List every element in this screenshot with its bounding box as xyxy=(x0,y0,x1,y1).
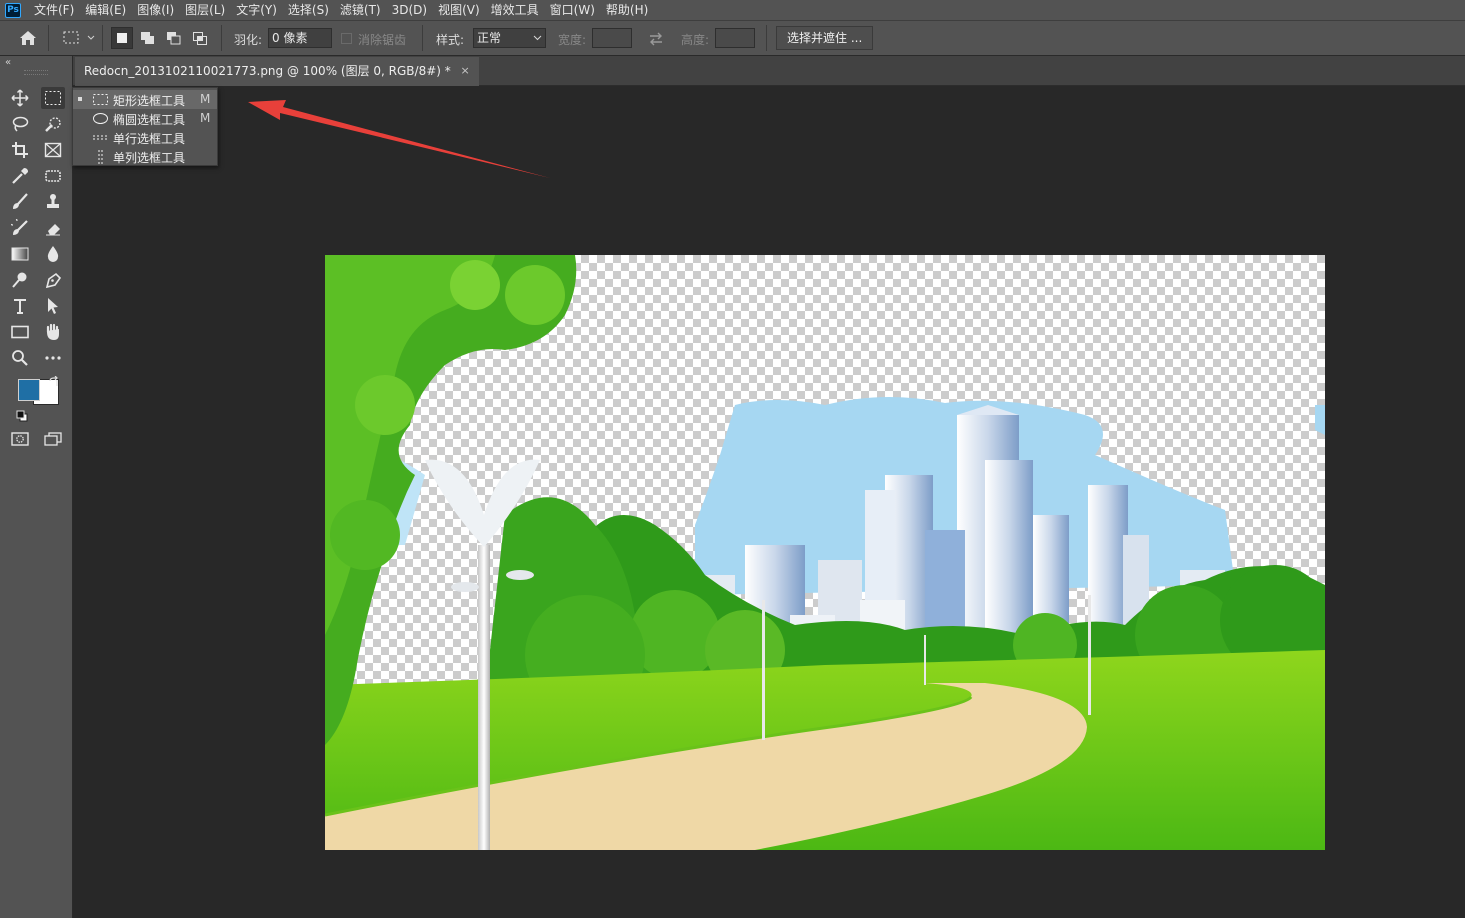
panel-grip[interactable] xyxy=(24,70,48,75)
menu-bar: Ps 文件(F) 编辑(E) 图像(I) 图层(L) 文字(Y) 选择(S) 滤… xyxy=(0,0,1465,20)
flyout-item-label: 单列选框工具 xyxy=(113,151,186,165)
intersect-selection-button[interactable] xyxy=(189,27,211,49)
select-and-mask-button[interactable]: 选择并遮住 ... xyxy=(776,26,874,50)
style-select[interactable]: 正常 xyxy=(473,28,546,48)
flyout-item-label: 椭圆选框工具 xyxy=(113,113,186,127)
menu-select[interactable]: 选择(S) xyxy=(283,0,335,20)
history-brush-tool-icon[interactable] xyxy=(8,217,32,239)
options-bar: 羽化: 0 像素 消除锯齿 样式: 正常 宽度: 高度: 选择并遮住 ... xyxy=(0,20,1465,56)
feather-input[interactable]: 0 像素 xyxy=(268,28,332,48)
tool-preset-picker[interactable] xyxy=(58,27,98,49)
menu-window[interactable]: 窗口(W) xyxy=(545,0,601,20)
home-icon[interactable] xyxy=(16,27,40,49)
menu-layer[interactable]: 图层(L) xyxy=(180,0,231,20)
frame-tool-icon[interactable] xyxy=(41,139,65,161)
brush-tool-icon[interactable] xyxy=(8,191,32,213)
document-tab-title: Redocn_2013102110021773.png @ 100% (图层 0… xyxy=(84,64,451,78)
clone-stamp-tool-icon[interactable] xyxy=(41,191,65,213)
dodge-tool-icon[interactable] xyxy=(8,269,32,291)
flyout-item-shortcut: M xyxy=(200,92,211,106)
feather-label: 羽化: xyxy=(234,33,263,47)
hand-tool-icon[interactable] xyxy=(41,321,65,343)
menu-edit[interactable]: 编辑(E) xyxy=(80,0,132,20)
height-label: 高度: xyxy=(681,33,710,47)
rect-marquee-icon xyxy=(93,94,108,105)
menu-image[interactable]: 图像(I) xyxy=(132,0,180,20)
flyout-item-label: 矩形选框工具 xyxy=(113,94,186,108)
style-select-value: 正常 xyxy=(477,31,502,45)
active-tool-indicator xyxy=(78,97,82,101)
eraser-tool-icon[interactable] xyxy=(41,217,65,239)
quick-selection-tool-icon[interactable] xyxy=(41,113,65,135)
swap-colors-icon[interactable] xyxy=(48,375,60,391)
blur-tool-icon[interactable] xyxy=(41,243,65,265)
flyout-item-single-row-marquee[interactable]: 单行选框工具 xyxy=(73,128,217,147)
foreground-color-swatch[interactable] xyxy=(18,379,40,401)
lasso-tool-icon[interactable] xyxy=(8,113,32,135)
height-input[interactable] xyxy=(715,28,755,48)
flyout-item-rect-marquee[interactable]: 矩形选框工具 M xyxy=(73,90,217,109)
width-label: 宽度: xyxy=(558,33,587,47)
default-colors-icon[interactable] xyxy=(16,410,28,425)
quick-mask-icon[interactable] xyxy=(8,428,32,450)
chevron-down-icon xyxy=(533,35,542,41)
annotation-arrow xyxy=(248,100,550,178)
document-tab[interactable]: Redocn_2013102110021773.png @ 100% (图层 0… xyxy=(75,57,479,86)
photoshop-logo: Ps xyxy=(5,2,21,18)
document-tab-bar: Redocn_2013102110021773.png @ 100% (图层 0… xyxy=(73,56,1465,86)
menu-file[interactable]: 文件(F) xyxy=(29,0,80,20)
flyout-item-label: 单行选框工具 xyxy=(113,132,186,146)
menu-view[interactable]: 视图(V) xyxy=(433,0,486,20)
crop-tool-icon[interactable] xyxy=(8,139,32,161)
style-label: 样式: xyxy=(436,33,465,47)
width-input[interactable] xyxy=(592,28,632,48)
collapse-panel-icon[interactable]: « xyxy=(5,57,11,68)
zoom-tool-icon[interactable] xyxy=(8,347,32,369)
rect-marquee-tool-icon[interactable] xyxy=(41,87,65,109)
menu-filter[interactable]: 滤镜(T) xyxy=(335,0,387,20)
menu-help[interactable]: 帮助(H) xyxy=(601,0,654,20)
antialias-label: 消除锯齿 xyxy=(358,33,407,47)
swap-width-height-icon[interactable] xyxy=(644,28,668,50)
flyout-item-single-column-marquee[interactable]: 单列选框工具 xyxy=(73,147,217,166)
single-column-marquee-icon xyxy=(98,150,103,165)
document-canvas[interactable] xyxy=(325,255,1325,850)
screen-mode-icon[interactable] xyxy=(41,428,65,450)
type-tool-icon[interactable] xyxy=(8,295,32,317)
spot-healing-brush-icon[interactable] xyxy=(41,165,65,187)
gradient-tool-icon[interactable] xyxy=(8,243,32,265)
menu-3d[interactable]: 3D(D) xyxy=(387,0,433,20)
tools-panel: « xyxy=(0,56,73,918)
menu-plugins[interactable]: 增效工具 xyxy=(486,0,545,20)
marquee-tools-flyout: 矩形选框工具 M 椭圆选框工具 M 单行选框工具 单列选框工具 xyxy=(72,87,218,166)
add-to-selection-button[interactable] xyxy=(137,27,159,49)
ellipse-marquee-icon xyxy=(93,113,108,124)
path-selection-tool-icon[interactable] xyxy=(41,295,65,317)
park-cityscape-image xyxy=(325,255,1325,850)
rectangle-tool-icon[interactable] xyxy=(8,321,32,343)
pen-tool-icon[interactable] xyxy=(41,269,65,291)
menu-type[interactable]: 文字(Y) xyxy=(231,0,283,20)
more-tools-icon[interactable] xyxy=(41,347,65,369)
flyout-item-shortcut: M xyxy=(200,111,211,125)
subtract-from-selection-button[interactable] xyxy=(163,27,185,49)
move-tool-icon[interactable] xyxy=(8,87,32,109)
flyout-item-ellipse-marquee[interactable]: 椭圆选框工具 M xyxy=(73,109,217,128)
single-row-marquee-icon xyxy=(93,135,108,140)
close-icon[interactable]: × xyxy=(461,57,470,85)
antialias-checkbox[interactable] xyxy=(341,33,352,44)
eyedropper-tool-icon[interactable] xyxy=(8,165,32,187)
new-selection-button[interactable] xyxy=(111,27,133,49)
